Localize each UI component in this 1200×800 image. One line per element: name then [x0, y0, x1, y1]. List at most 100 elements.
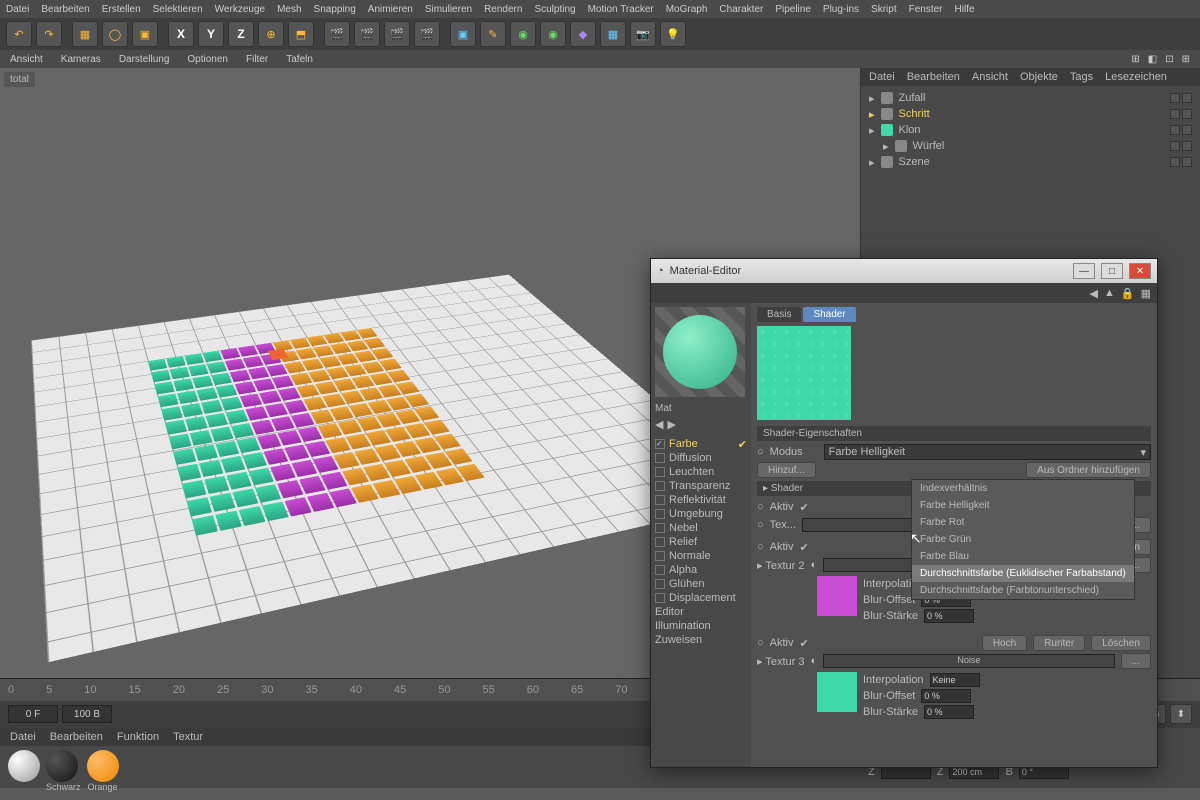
menu-mograph[interactable]: MoGraph [666, 4, 708, 15]
texture-link[interactable]: Noise [823, 654, 1114, 668]
interp-input[interactable] [930, 673, 980, 687]
menu-charakter[interactable]: Charakter [719, 4, 763, 15]
matmenu-bearbeiten[interactable]: Bearbeiten [50, 731, 103, 743]
menu-selektieren[interactable]: Selektieren [153, 4, 203, 15]
axis-z-button[interactable]: Z [228, 21, 254, 47]
tree-item-schritt[interactable]: ▸Schritt [869, 106, 1192, 122]
menu-snapping[interactable]: Snapping [314, 4, 356, 15]
om-menu-ansicht[interactable]: Ansicht [972, 71, 1008, 83]
undo-icon[interactable]: ↶ [6, 21, 32, 47]
channel-relief[interactable]: Relief [655, 535, 747, 549]
material-name[interactable]: Mat [655, 401, 747, 416]
render-icon[interactable]: 🎬 [324, 21, 350, 47]
blurstaerke-input[interactable] [924, 609, 974, 623]
minimize-button[interactable]: — [1073, 263, 1095, 279]
camera-icon[interactable]: 📷 [630, 21, 656, 47]
vpmenu-ansicht[interactable]: Ansicht [10, 54, 43, 65]
vp-nav-icon[interactable]: ⊞ [1131, 54, 1139, 65]
om-menu-bearbeiten[interactable]: Bearbeiten [907, 71, 960, 83]
dropdown-option[interactable]: Durchschnittsfarbe (Farbtonunterschied) [912, 582, 1134, 599]
menu-simulieren[interactable]: Simulieren [425, 4, 472, 15]
render-region-icon[interactable]: 🎬 [354, 21, 380, 47]
environment-icon[interactable]: ▦ [600, 21, 626, 47]
channel-leuchten[interactable]: Leuchten [655, 465, 747, 479]
vp-nav-icon[interactable]: ⊡ [1165, 54, 1173, 65]
om-menu-tags[interactable]: Tags [1070, 71, 1093, 83]
vpmenu-kameras[interactable]: Kameras [61, 54, 101, 65]
om-menu-datei[interactable]: Datei [869, 71, 895, 83]
tree-item-klon[interactable]: ▸Klon [869, 122, 1192, 138]
channel-umgebung[interactable]: Umgebung [655, 507, 747, 521]
material-swatch[interactable] [46, 750, 78, 782]
menu-motion tracker[interactable]: Motion Tracker [588, 4, 654, 15]
coord-icon[interactable]: ⬒ [288, 21, 314, 47]
menu-datei[interactable]: Datei [6, 4, 29, 15]
matmenu-funktion[interactable]: Funktion [117, 731, 159, 743]
menu-plug-ins[interactable]: Plug-ins [823, 4, 859, 15]
tree-item-zufall[interactable]: ▸Zufall [869, 90, 1192, 106]
maximize-button[interactable]: □ [1101, 263, 1123, 279]
channel-transparenz[interactable]: Transparenz [655, 479, 747, 493]
menu-pipeline[interactable]: Pipeline [775, 4, 811, 15]
hoch-button[interactable]: Hoch [982, 635, 1027, 651]
lock-icon[interactable]: 🔒 [1121, 287, 1135, 300]
prev-arrow-icon[interactable]: ◀ [655, 418, 663, 431]
channel-zuweisen[interactable]: Zuweisen [655, 633, 747, 647]
modus-dropdown-list[interactable]: IndexverhältnisFarbe HelligkeitFarbe Rot… [911, 479, 1135, 600]
material-swatch[interactable] [87, 750, 119, 782]
nurbs-icon[interactable]: ◉ [510, 21, 536, 47]
tab-shader[interactable]: Shader [803, 307, 855, 322]
key-pos-icon[interactable]: ⬍ [1170, 704, 1192, 724]
channel-diffusion[interactable]: Diffusion [655, 451, 747, 465]
pen-icon[interactable]: ✎ [480, 21, 506, 47]
material-swatch[interactable] [8, 750, 40, 782]
window-titlebar[interactable]: ◔ Material-Editor — □ ✕ [651, 259, 1157, 283]
shader-preview[interactable] [757, 326, 851, 420]
world-icon[interactable]: ⊕ [258, 21, 284, 47]
generator-icon[interactable]: ◉ [540, 21, 566, 47]
channel-illumination[interactable]: Illumination [655, 619, 747, 633]
dropdown-option[interactable]: Indexverhältnis [912, 480, 1134, 497]
frame-start-input[interactable] [8, 705, 58, 723]
axis-x-button[interactable]: X [168, 21, 194, 47]
menu-erstellen[interactable]: Erstellen [102, 4, 141, 15]
menu-hilfe[interactable]: Hilfe [955, 4, 975, 15]
render-pv-icon[interactable]: 🎬 [384, 21, 410, 47]
tree-item-szene[interactable]: ▸Szene [869, 154, 1192, 170]
dropdown-option[interactable]: Farbe Grün [912, 531, 1134, 548]
om-menu-lesezeichen[interactable]: Lesezeichen [1105, 71, 1167, 83]
vpmenu-filter[interactable]: Filter [246, 54, 268, 65]
blurstaerke-input[interactable] [924, 705, 974, 719]
deformer-icon[interactable]: ◆ [570, 21, 596, 47]
menu-werkzeuge[interactable]: Werkzeuge [215, 4, 265, 15]
matmenu-datei[interactable]: Datei [10, 731, 36, 743]
cube-icon[interactable]: ▣ [450, 21, 476, 47]
rotate-icon[interactable]: ◯ [102, 21, 128, 47]
render-settings-icon[interactable]: 🎬 [414, 21, 440, 47]
texture-toggle[interactable]: ▸ Textur 2 [757, 559, 805, 572]
dropdown-option[interactable]: Durchschnittsfarbe (Euklidischer Farbabs… [912, 565, 1134, 582]
channel-alpha[interactable]: Alpha [655, 563, 747, 577]
dropdown-option[interactable]: Farbe Rot [912, 514, 1134, 531]
channel-nebel[interactable]: Nebel [655, 521, 747, 535]
tree-item-würfel[interactable]: ▸Würfel [869, 138, 1192, 154]
axis-y-button[interactable]: Y [198, 21, 224, 47]
matmenu-textur[interactable]: Textur [173, 731, 203, 743]
channel-editor[interactable]: Editor [655, 605, 747, 619]
redo-icon[interactable]: ↷ [36, 21, 62, 47]
scale-icon[interactable]: ▣ [132, 21, 158, 47]
texture-swatch[interactable] [817, 576, 857, 616]
runter-button[interactable]: Runter [1033, 635, 1085, 651]
frame-end-input[interactable] [62, 705, 112, 723]
aus-ordner-button[interactable]: Aus Ordner hinzufügen [1026, 462, 1151, 478]
dropdown-option[interactable]: Farbe Helligkeit [912, 497, 1134, 514]
channel-farbe[interactable]: Farbe✔ [655, 437, 747, 451]
close-button[interactable]: ✕ [1129, 263, 1151, 279]
menu-animieren[interactable]: Animieren [368, 4, 413, 15]
vp-nav-icon[interactable]: ◧ [1148, 54, 1157, 65]
vpmenu-tafeln[interactable]: Tafeln [286, 54, 313, 65]
vp-nav-icon[interactable]: ⊞ [1182, 54, 1190, 65]
dropdown-option[interactable]: Farbe Blau [912, 548, 1134, 565]
texture-swatch[interactable] [817, 672, 857, 712]
hinzufuegen-button[interactable]: Hinzuf... [757, 462, 816, 478]
